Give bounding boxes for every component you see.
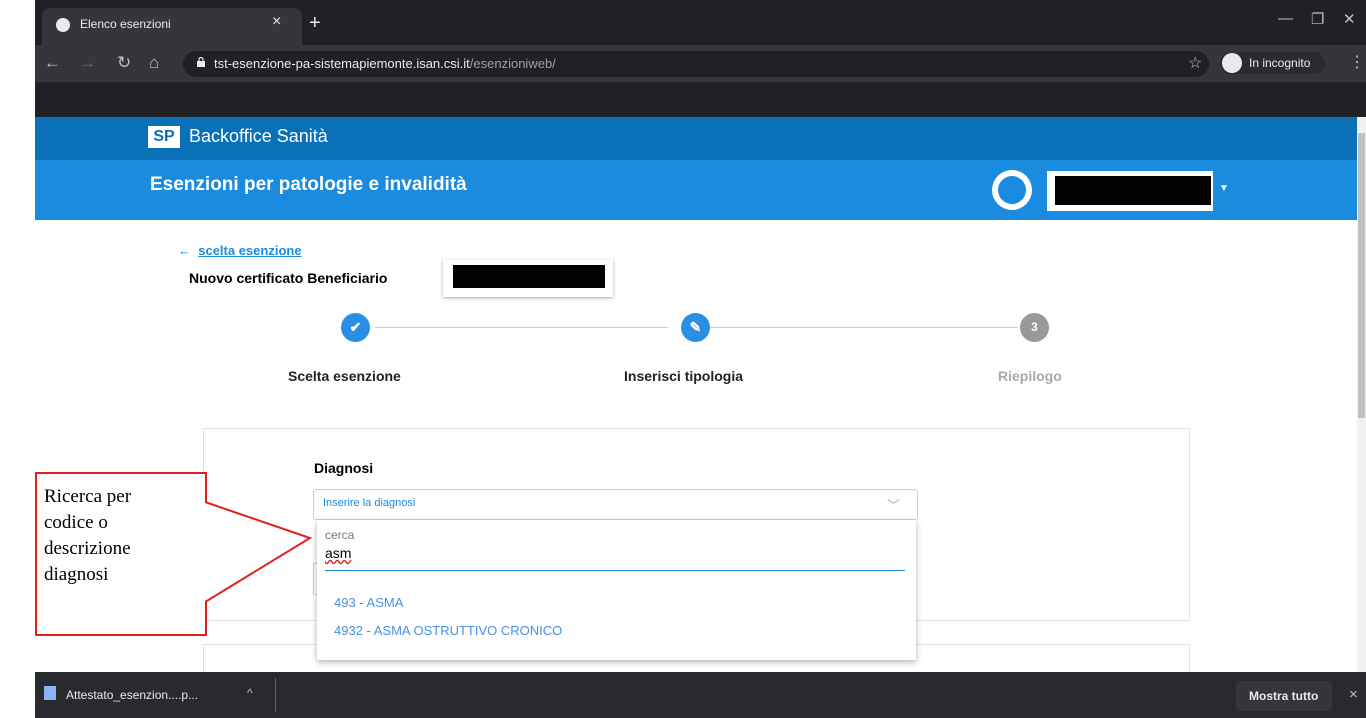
dropdown-option[interactable]: 4932 - ASMA OSTRUTTIVO CRONICO xyxy=(334,623,562,638)
diagnosis-placeholder: Inserire la diagnosi xyxy=(323,497,416,509)
annotation-line: descrizione xyxy=(44,538,131,559)
globe-icon xyxy=(56,18,70,32)
back-link-label: scelta esenzione xyxy=(198,243,302,258)
url-text[interactable]: tst-esenzione-pa-sistemapiemonte.isan.cs… xyxy=(214,56,556,71)
star-icon[interactable]: ☆ xyxy=(1188,53,1202,73)
chevron-down-icon[interactable]: ▼ xyxy=(1219,183,1229,194)
restore-icon[interactable]: ❐ xyxy=(1311,10,1324,28)
download-bar xyxy=(35,672,1366,718)
step-done-icon: ✔ xyxy=(341,313,370,342)
pencil-icon: ✎ xyxy=(681,313,710,342)
stepper-line xyxy=(710,327,1018,328)
app-name: Backoffice Sanità xyxy=(189,126,328,146)
stepper-line xyxy=(375,327,668,328)
back-icon[interactable]: ← xyxy=(44,53,61,73)
divider xyxy=(275,678,276,712)
kebab-icon[interactable]: ⋮ xyxy=(1349,52,1365,72)
incognito-icon xyxy=(1222,53,1242,73)
annotation-line: Ricerca per xyxy=(44,486,132,507)
url-path: /esenzioniweb/ xyxy=(469,56,556,71)
back-link[interactable]: ← scelta esenzione xyxy=(178,243,302,258)
incognito-label: In incognito xyxy=(1249,56,1311,70)
minimize-icon[interactable]: — xyxy=(1278,10,1293,27)
step-number: 3 xyxy=(1020,313,1049,342)
step-label: Inserisci tipologia xyxy=(624,368,744,384)
url-host: tst-esenzione-pa-sistemapiemonte.isan.cs… xyxy=(214,56,470,71)
search-label: cerca xyxy=(325,528,355,542)
step-label: Scelta esenzione xyxy=(288,368,401,384)
annotation-text: Ricerca per codice o descrizione diagnos… xyxy=(44,484,204,588)
section-title: Esenzioni per patologie e invalidità xyxy=(150,174,467,195)
dropdown-option[interactable]: 493 - ASMA xyxy=(334,595,403,610)
file-icon xyxy=(44,686,56,700)
diagnosis-label: Diagnosi xyxy=(314,460,374,476)
diagnosis-dropdown xyxy=(317,520,916,660)
search-input[interactable]: asm xyxy=(325,545,351,561)
step-label: Riepilogo xyxy=(998,368,1062,384)
tab-title: Elenco esenzioni xyxy=(80,17,171,31)
redacted-user-name xyxy=(1055,176,1211,205)
callout-pointer xyxy=(205,501,313,603)
scrollbar-thumb[interactable] xyxy=(1358,133,1365,418)
home-icon[interactable]: ⌂ xyxy=(149,53,159,73)
search-underline xyxy=(325,570,905,571)
chevron-up-icon[interactable]: ^ xyxy=(247,686,253,700)
close-download-bar-icon[interactable]: × xyxy=(1349,686,1358,703)
download-file-name[interactable]: Attestato_esenzion....p... xyxy=(66,688,198,702)
arrow-left-icon: ← xyxy=(178,243,191,258)
reload-icon[interactable]: ↻ xyxy=(117,53,131,73)
annotation-line: codice o xyxy=(44,512,108,533)
lock-icon xyxy=(197,57,205,67)
close-icon[interactable]: ✕ xyxy=(1343,10,1356,28)
new-tab-button[interactable]: + xyxy=(309,12,321,35)
redacted-beneficiary xyxy=(453,265,605,288)
page-title: Nuovo certificato Beneficiario xyxy=(189,270,388,286)
sp-logo: SP xyxy=(148,126,180,148)
chevron-down-icon[interactable]: ﹀ xyxy=(887,495,900,514)
annotation-line: diagnosi xyxy=(44,564,109,585)
tab-close-icon[interactable]: × xyxy=(272,13,281,31)
forward-icon[interactable]: → xyxy=(79,53,96,73)
show-all-label: Mostra tutto xyxy=(1249,689,1319,703)
user-icon xyxy=(998,176,1026,204)
